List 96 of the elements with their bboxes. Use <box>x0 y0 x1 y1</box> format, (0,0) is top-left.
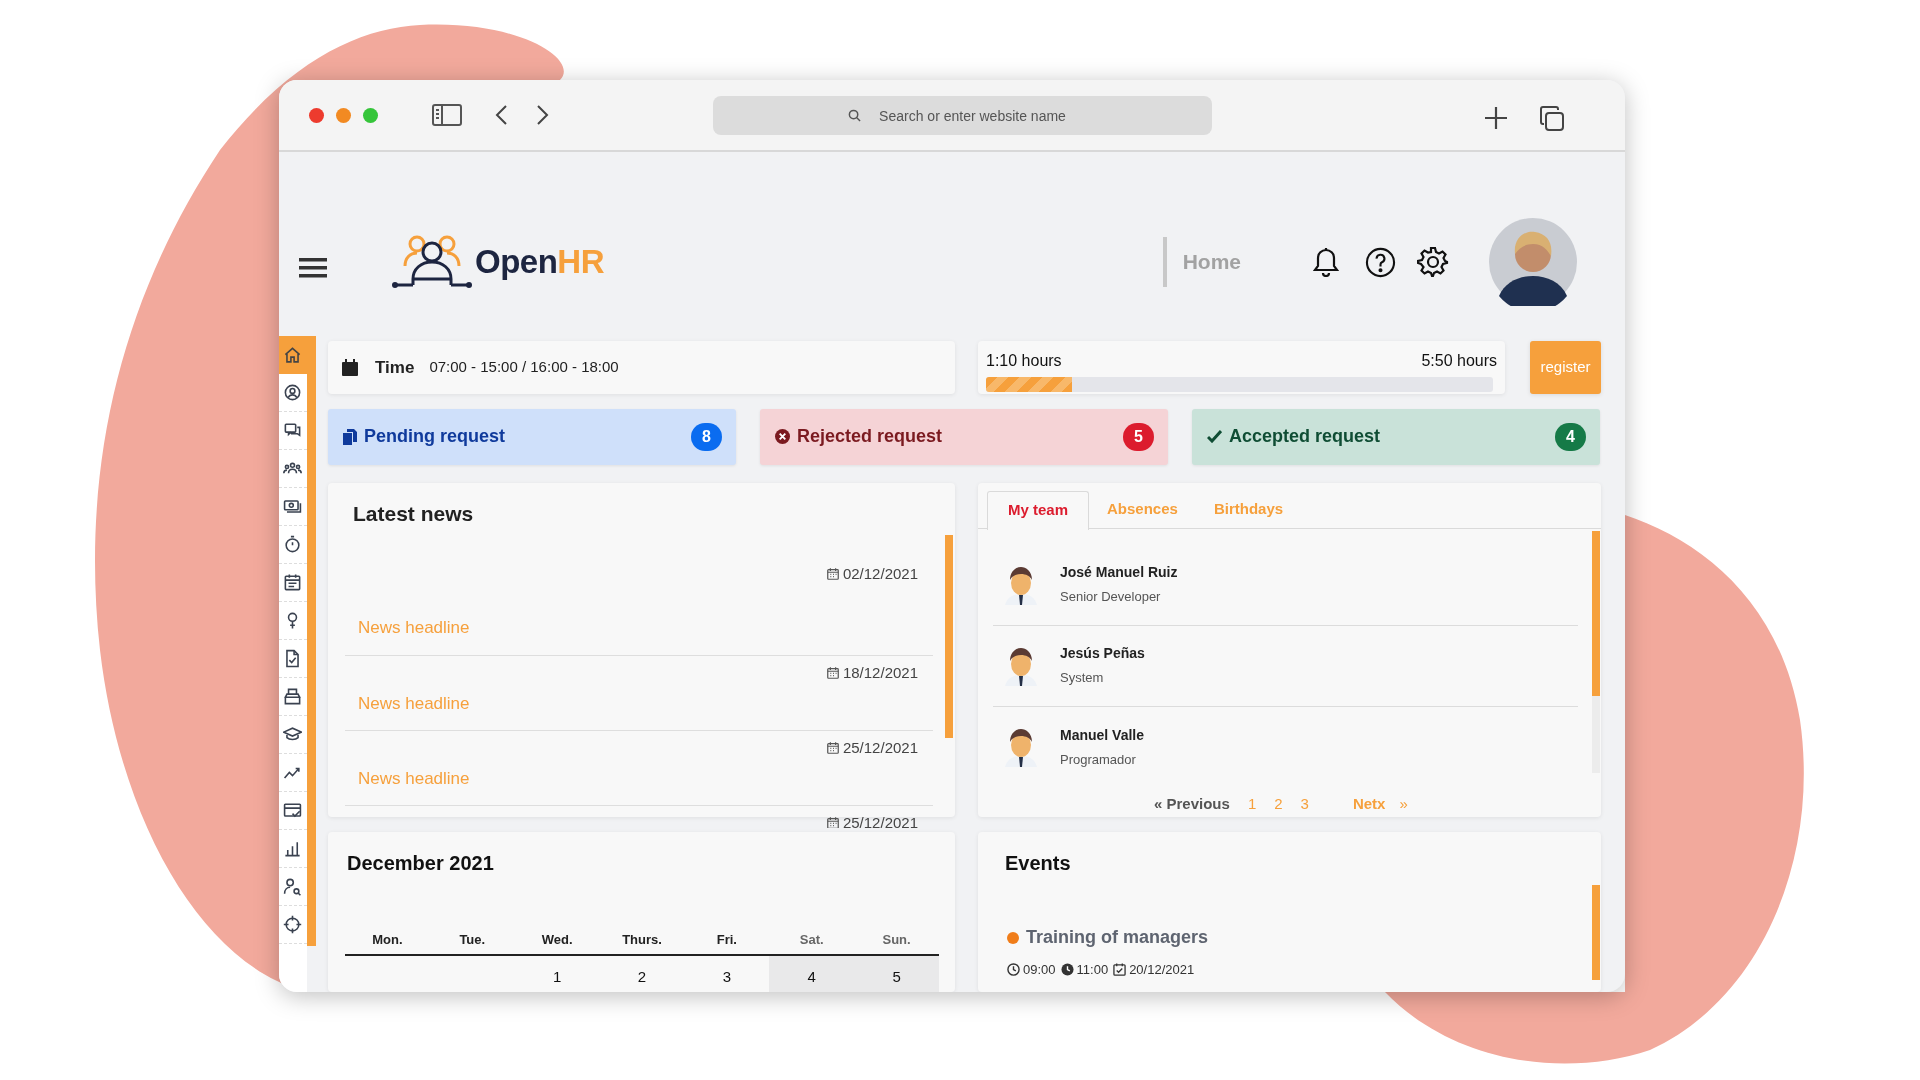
calendar-icon <box>825 665 840 680</box>
sidebar-toggle-icon[interactable] <box>432 103 462 127</box>
calendar-day[interactable]: 1 <box>514 955 600 992</box>
request-label: Rejected request <box>797 425 943 449</box>
news-date: 25/12/2021 <box>842 812 918 828</box>
count-badge: 8 <box>691 422 722 451</box>
event-start: 09:00 <box>1023 961 1056 979</box>
printer-icon <box>283 687 302 706</box>
event-date: 20/12/2021 <box>1129 961 1195 979</box>
request-label: Accepted request <box>1229 425 1381 449</box>
calendar-icon <box>342 359 358 377</box>
calendar-day[interactable]: 2 <box>599 955 685 992</box>
timer-icon <box>283 535 302 554</box>
scrollbar-thumb[interactable] <box>1592 530 1600 696</box>
member-name: José Manuel Ruiz <box>1060 563 1178 583</box>
help-icon[interactable] <box>1365 246 1396 278</box>
address-field[interactable]: Search or enter website name <box>713 96 1212 135</box>
member-name: Jesús Peñas <box>1060 644 1145 664</box>
sidebar-item[interactable] <box>279 336 307 374</box>
calendar-icon <box>825 566 840 581</box>
forward-icon[interactable] <box>536 104 550 126</box>
calendar-icon <box>825 815 840 828</box>
news-headline[interactable]: News headline <box>358 765 470 792</box>
weekday-header: Sun. <box>881 931 912 949</box>
calendar-day[interactable]: 3 <box>684 955 770 992</box>
member-name: Manuel Valle <box>1060 725 1145 745</box>
news-date: 25/12/2021 <box>842 737 918 758</box>
settings-icon[interactable] <box>1417 246 1449 278</box>
document-icon <box>283 649 302 668</box>
count-badge: 5 <box>1123 422 1154 451</box>
weekday-header: Fri. <box>715 931 738 949</box>
request-label: Pending request <box>364 425 506 449</box>
search-icon <box>848 109 861 122</box>
user-icon <box>283 383 302 402</box>
calendar-day[interactable]: 4 <box>769 955 855 992</box>
page-link[interactable]: 1 <box>1247 792 1257 816</box>
page-link[interactable]: 2 <box>1274 792 1283 816</box>
back-icon[interactable] <box>494 104 508 126</box>
calendar-day[interactable]: 5 <box>854 955 939 992</box>
notification-bell-icon[interactable] <box>1313 247 1339 277</box>
close-button[interactable] <box>309 107 324 123</box>
money-icon <box>283 497 302 516</box>
clock-icon <box>1007 963 1020 977</box>
news-title: Latest news <box>353 500 474 527</box>
weekday-header: Sat. <box>798 931 825 949</box>
tab[interactable]: My team <box>987 490 1090 530</box>
news-headline[interactable]: News headline <box>358 690 470 717</box>
count-badge: 4 <box>1555 422 1586 451</box>
member-role: Senior Developer <box>1060 588 1162 607</box>
member-role: Programador <box>1060 750 1137 769</box>
events-title: Events <box>1005 851 1071 876</box>
bar-chart-icon <box>283 839 302 858</box>
clock-icon <box>1060 963 1074 977</box>
event-end: 11:00 <box>1076 961 1109 979</box>
reject-icon <box>775 429 790 445</box>
user-search-icon <box>283 877 302 896</box>
home-link[interactable]: Home <box>1182 246 1241 278</box>
tab[interactable]: Absences <box>1089 490 1196 529</box>
time-label: Time <box>375 356 415 379</box>
weekday-header: Thurs. <box>621 931 663 949</box>
calendar-icon <box>825 740 840 755</box>
register-button[interactable]: register <box>1530 341 1601 395</box>
calendar-title: December 2021 <box>346 851 495 876</box>
scrollbar-thumb[interactable] <box>1592 885 1600 980</box>
weekday-header: Wed. <box>540 931 574 949</box>
documents-icon <box>343 428 357 445</box>
next-page-icon[interactable]: » <box>1399 792 1408 816</box>
news-headline[interactable]: News headline <box>358 614 470 641</box>
check-icon <box>1207 430 1222 444</box>
card-icon <box>283 801 302 820</box>
weekday-header: Tue. <box>458 931 487 949</box>
app-logo-text: OpenHR <box>475 242 604 283</box>
target-icon <box>283 915 302 934</box>
news-date: 02/12/2021 <box>842 563 918 584</box>
home-icon <box>283 345 302 365</box>
rejected-request-card[interactable]: Rejected request 5 <box>760 409 1168 465</box>
previous-page-link[interactable]: « Previous <box>1154 792 1230 816</box>
member-role: System <box>1060 669 1105 688</box>
new-tab-icon[interactable] <box>1484 106 1508 130</box>
pending-request-card[interactable]: Pending request 8 <box>328 409 736 465</box>
calendar-check-icon <box>1113 963 1127 977</box>
user-avatar[interactable] <box>1489 218 1577 306</box>
news-date: 18/12/2021 <box>842 662 918 683</box>
scrollbar-thumb[interactable] <box>945 534 953 738</box>
next-page-link[interactable]: Netx <box>1352 792 1386 816</box>
weekday-header: Mon. <box>371 931 404 949</box>
calendar-icon <box>283 573 302 592</box>
page-link[interactable]: 3 <box>1300 792 1309 816</box>
tab[interactable]: Birthdays <box>1195 490 1302 529</box>
event-title[interactable]: Training of managers <box>1026 924 1209 951</box>
accepted-request-card[interactable]: Accepted request 4 <box>1192 409 1600 465</box>
hours-worked: 1:10 hours <box>986 351 1062 371</box>
tabs-overview-icon[interactable] <box>1539 106 1565 132</box>
menu-icon[interactable] <box>299 257 327 279</box>
time-value: 07:00 - 15:00 / 16:00 - 18:00 <box>429 357 619 378</box>
hours-remaining: 5:50 hours <box>1421 351 1497 371</box>
